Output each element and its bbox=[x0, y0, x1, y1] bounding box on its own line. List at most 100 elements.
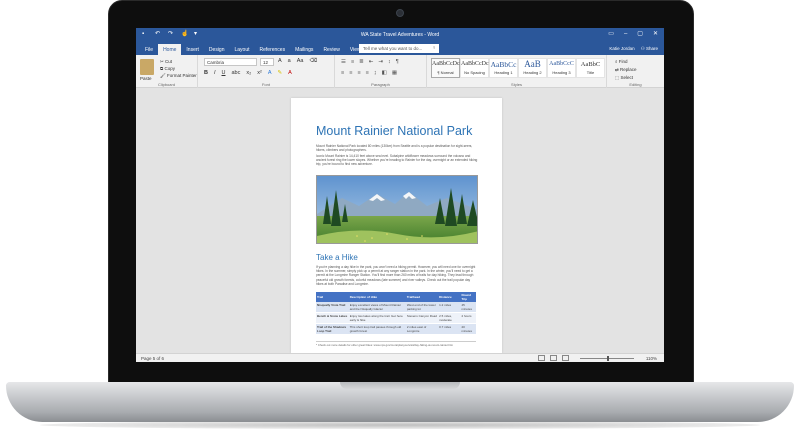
font-name-box[interactable]: Cambria bbox=[204, 58, 257, 66]
table-cell: 2 hours bbox=[460, 312, 476, 324]
find-label: Find bbox=[618, 59, 628, 64]
group-paragraph: ☰ ≡ ≣ ⇤ ⇥ ↕ ¶ ≡ ≡ ≡ ≡ ↨ ◧ ▦ Paragraph bbox=[335, 55, 427, 88]
read-mode-icon[interactable] bbox=[538, 355, 545, 361]
window-title: WA State Travel Adventures - Word bbox=[360, 32, 440, 38]
superscript-icon[interactable]: x² bbox=[257, 70, 262, 76]
laptop-hinge-notch bbox=[340, 382, 460, 389]
bold-icon[interactable]: B bbox=[204, 70, 208, 76]
table-cell: 45 minutes bbox=[460, 302, 476, 313]
title-bar: ▪ ↶ ↷ ☝ ▾ WA State Travel Adventures - W… bbox=[136, 28, 664, 42]
table-cell: Enjoy excellent views of Mount Rainier a… bbox=[348, 302, 406, 313]
table-cell: Trail of the Shadows Loop Trail bbox=[316, 323, 349, 335]
underline-icon[interactable]: U bbox=[222, 70, 226, 76]
style-normal[interactable]: AaBbCcDc ¶ Normal bbox=[431, 58, 460, 78]
align-right-icon[interactable]: ≡ bbox=[357, 70, 360, 76]
webcam bbox=[396, 9, 404, 17]
strikethrough-icon[interactable]: abc bbox=[232, 70, 241, 76]
shrink-font-icon[interactable]: a bbox=[288, 58, 291, 64]
borders-icon[interactable]: ▦ bbox=[392, 70, 397, 76]
format-painter-button[interactable]: 🖌 Format Painter bbox=[160, 72, 197, 79]
tab-file[interactable]: File bbox=[140, 44, 158, 55]
tab-layout[interactable]: Layout bbox=[230, 44, 255, 55]
editing-group-label: Editing bbox=[629, 82, 642, 87]
page-indicator[interactable]: Page 5 of 6 bbox=[141, 356, 164, 361]
table-header: Trail bbox=[316, 292, 349, 302]
web-layout-icon[interactable] bbox=[562, 355, 569, 361]
paste-button[interactable]: Paste bbox=[140, 76, 152, 81]
group-styles: AaBbCcDc ¶ Normal AaBbCcDc No Spacing Aa… bbox=[427, 55, 607, 88]
restore-icon[interactable]: ▢ bbox=[637, 31, 643, 38]
tab-review[interactable]: Review bbox=[318, 44, 344, 55]
find-button[interactable]: ⌕ Find bbox=[615, 58, 637, 66]
tab-references[interactable]: References bbox=[255, 44, 291, 55]
paste-icon[interactable] bbox=[140, 59, 154, 75]
style-title[interactable]: AaBbC Title bbox=[576, 58, 605, 78]
font-format-row: B I U abc x₂ x² A ✎ A bbox=[204, 70, 292, 76]
tab-mailings[interactable]: Mailings bbox=[290, 44, 318, 55]
clear-formatting-icon[interactable]: ⌫ bbox=[309, 58, 317, 64]
tab-insert[interactable]: Insert bbox=[181, 44, 204, 55]
zoom-level[interactable]: 110% bbox=[646, 356, 657, 361]
style-preview: AaBbCc bbox=[490, 60, 517, 69]
change-case-icon[interactable]: Aa bbox=[297, 58, 304, 64]
numbering-icon[interactable]: ≡ bbox=[351, 59, 354, 65]
user-name[interactable]: Katie Jordan bbox=[609, 46, 634, 52]
hikes-table[interactable]: Trail Description of Hike Trailhead Dist… bbox=[316, 292, 476, 335]
styles-group-label: Styles bbox=[511, 82, 522, 87]
style-preview: AaBbC bbox=[580, 61, 601, 68]
text-effects-icon[interactable]: A bbox=[268, 70, 272, 76]
document-page[interactable]: Mount Rainier National Park Mount Rainie… bbox=[291, 98, 502, 353]
bullets-icon[interactable]: ☰ bbox=[341, 59, 346, 65]
table-row: Trail of the Shadows Loop Trail This sho… bbox=[316, 323, 476, 335]
style-heading-1[interactable]: AaBbCc Heading 1 bbox=[489, 58, 518, 78]
cut-button[interactable]: ✂ Cut bbox=[160, 58, 197, 65]
mountain-photo[interactable] bbox=[316, 175, 478, 244]
minimize-icon[interactable]: – bbox=[624, 31, 627, 38]
font-size-box[interactable]: 12 bbox=[260, 58, 274, 66]
table-header-row: Trail Description of Hike Trailhead Dist… bbox=[316, 292, 476, 302]
tab-home[interactable]: Home bbox=[158, 44, 182, 55]
align-left-icon[interactable]: ≡ bbox=[341, 70, 344, 76]
share-button[interactable]: ⚇ Share bbox=[641, 46, 658, 52]
group-clipboard: Paste ✂ Cut ⧉ Copy 🖌 Format Painter Clip… bbox=[136, 55, 198, 88]
group-font: Cambria 12 A a Aa ⌫ B I U abc x₂ x² A ✎ … bbox=[198, 55, 335, 88]
grow-font-icon[interactable]: A bbox=[278, 58, 282, 64]
replace-label: Replace bbox=[620, 67, 637, 72]
laptop-shadow bbox=[40, 421, 760, 429]
decrease-indent-icon[interactable]: ⇤ bbox=[369, 59, 374, 65]
cut-label: Cut bbox=[165, 59, 173, 64]
document-canvas[interactable]: Mount Rainier National Park Mount Rainie… bbox=[136, 88, 664, 353]
tab-design[interactable]: Design bbox=[204, 44, 230, 55]
style-no-spacing[interactable]: AaBbCcDc No Spacing bbox=[460, 58, 489, 78]
align-center-icon[interactable]: ≡ bbox=[349, 70, 352, 76]
table-cell: West end of the lower parking lot bbox=[405, 302, 439, 313]
multilevel-list-icon[interactable]: ≣ bbox=[359, 59, 364, 65]
italic-icon[interactable]: I bbox=[214, 70, 216, 76]
increase-indent-icon[interactable]: ⇥ bbox=[378, 59, 383, 65]
line-spacing-icon[interactable]: ↨ bbox=[374, 70, 377, 76]
style-heading-3[interactable]: AaBbCcC Heading 3 bbox=[547, 58, 576, 78]
style-heading-2[interactable]: AaB Heading 2 bbox=[518, 58, 547, 78]
shading-icon[interactable]: ◧ bbox=[382, 70, 387, 76]
highlight-icon[interactable]: ✎ bbox=[278, 70, 283, 76]
close-icon[interactable]: ✕ bbox=[653, 31, 658, 38]
font-size-buttons: A a Aa ⌫ bbox=[278, 58, 317, 64]
table-cell: Bench & Snow Lakes bbox=[316, 312, 349, 324]
print-layout-icon[interactable] bbox=[550, 355, 557, 361]
select-button[interactable]: ⬚ Select bbox=[615, 74, 637, 82]
replace-button[interactable]: ⇄ Replace bbox=[615, 66, 637, 74]
copy-button[interactable]: ⧉ Copy bbox=[160, 65, 197, 72]
table-cell: Stevens Canyon Road bbox=[405, 312, 439, 324]
subscript-icon[interactable]: x₂ bbox=[246, 70, 251, 76]
justify-icon[interactable]: ≡ bbox=[366, 70, 369, 76]
font-color-icon[interactable]: A bbox=[288, 70, 292, 76]
table-header: Round Trip bbox=[460, 292, 476, 302]
tell-me-search[interactable]: Tell me what you want to do... ♀ bbox=[359, 44, 439, 53]
ribbon-options-icon[interactable]: ▭ bbox=[608, 31, 614, 38]
table-header: Description of Hike bbox=[348, 292, 406, 302]
sort-icon[interactable]: ↕ bbox=[388, 59, 391, 65]
zoom-slider[interactable] bbox=[580, 356, 634, 361]
doc-footnote: * Check out more details for other great… bbox=[316, 341, 476, 347]
show-marks-icon[interactable]: ¶ bbox=[396, 59, 399, 65]
word-window: ▪ ↶ ↷ ☝ ▾ WA State Travel Adventures - W… bbox=[136, 28, 664, 362]
